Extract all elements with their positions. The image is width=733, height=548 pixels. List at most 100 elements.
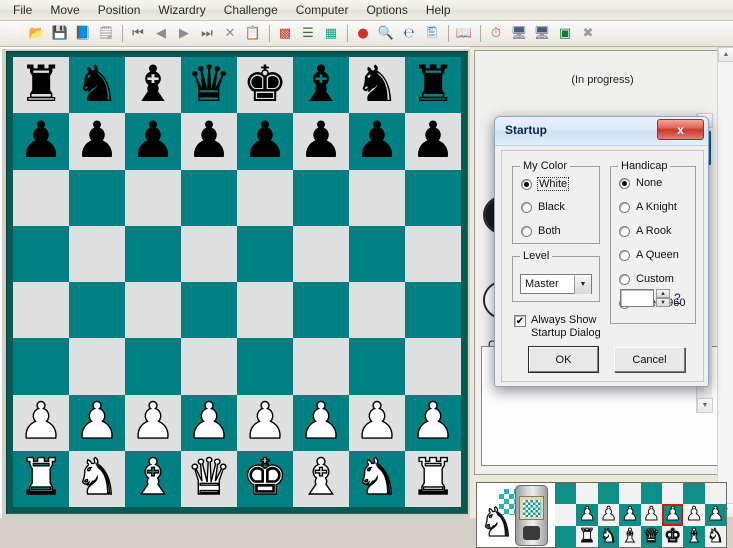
board-square[interactable] xyxy=(405,169,461,226)
board-square[interactable] xyxy=(349,225,405,282)
board-square[interactable]: ♝ xyxy=(125,57,181,114)
chess-piece[interactable]: ♜ xyxy=(411,59,456,109)
menu-item-wizardry[interactable]: Wizardry xyxy=(149,1,214,19)
board-square[interactable] xyxy=(405,338,461,395)
save-disk-icon[interactable]: 💾 xyxy=(49,23,71,45)
next-move-icon[interactable]: ▶ xyxy=(173,23,195,45)
panel-scrollbar[interactable]: ▲ ▼ xyxy=(717,47,733,518)
spinner-buttons[interactable]: ▲ ▼ xyxy=(656,289,670,307)
board-square[interactable] xyxy=(237,282,293,339)
advertisement-banner[interactable]: ♞ ♟ ♟ ♟ ♟ ♟ ♟ ♟ ♜ ♞ ♝ ♛ ♚ ♝ ♞ xyxy=(476,482,727,548)
clipboard-icon[interactable]: 📋 xyxy=(242,23,264,45)
board-square[interactable] xyxy=(293,169,349,226)
board-square[interactable] xyxy=(13,225,69,282)
chess-piece[interactable]: ♞ xyxy=(75,59,120,109)
board-square[interactable]: ♚ xyxy=(237,450,293,507)
flip-board-icon[interactable]: ▩ xyxy=(274,23,296,45)
board-square[interactable]: ♚ xyxy=(237,57,293,114)
previous-move-icon[interactable]: ◀ xyxy=(150,23,172,45)
radio-handicap-a-knight[interactable]: A Knight xyxy=(619,201,677,213)
board-square[interactable] xyxy=(181,169,237,226)
stop-icon[interactable]: ✖ xyxy=(577,23,599,45)
chess-piece[interactable]: ♟ xyxy=(187,115,232,165)
radio-handicap-custom[interactable]: Custom xyxy=(619,273,674,285)
board-square[interactable] xyxy=(69,169,125,226)
opening-book-icon[interactable]: 📖 xyxy=(453,23,475,45)
computer-icon[interactable]: 🖥 xyxy=(508,23,530,45)
board-square[interactable] xyxy=(349,338,405,395)
board-square[interactable] xyxy=(293,282,349,339)
chess-piece[interactable]: ♟ xyxy=(355,115,400,165)
chess-piece[interactable]: ♟ xyxy=(131,115,176,165)
first-move-icon[interactable]: ⏮ xyxy=(127,23,149,45)
chess-piece[interactable]: ♟ xyxy=(74,395,120,446)
board-square[interactable] xyxy=(181,338,237,395)
delete-move-icon[interactable]: ✕ xyxy=(219,23,241,45)
console-icon[interactable]: ▣ xyxy=(554,23,576,45)
board-square[interactable] xyxy=(69,338,125,395)
board-square[interactable]: ♟ xyxy=(349,113,405,170)
board-square[interactable] xyxy=(237,338,293,395)
board-square[interactable]: ♟ xyxy=(349,394,405,451)
chess-piece[interactable]: ♟ xyxy=(243,115,288,165)
menu-item-options[interactable]: Options xyxy=(357,1,416,19)
chess-piece[interactable]: ♜ xyxy=(410,452,456,503)
export-icon[interactable]: 🖺 xyxy=(421,23,443,45)
board-square[interactable]: ♟ xyxy=(405,394,461,451)
menu-item-position[interactable]: Position xyxy=(89,1,150,19)
board-square[interactable] xyxy=(13,282,69,339)
board-square[interactable]: ♛ xyxy=(181,450,237,507)
board-square[interactable]: ♝ xyxy=(125,450,181,507)
board-square[interactable]: ♟ xyxy=(69,113,125,170)
dialog-title-bar[interactable]: Startup x xyxy=(495,117,708,146)
chess-piece[interactable]: ♟ xyxy=(410,395,456,446)
menu-item-move[interactable]: Move xyxy=(41,1,88,19)
level-dropdown[interactable]: Master ▼ xyxy=(520,274,592,294)
board-square[interactable] xyxy=(125,282,181,339)
properties-icon[interactable]: 🗒 xyxy=(95,23,117,45)
chess-piece[interactable]: ♟ xyxy=(19,115,64,165)
move-list-icon[interactable]: ☰ xyxy=(297,23,319,45)
board-square[interactable] xyxy=(125,225,181,282)
board-square[interactable]: ♝ xyxy=(293,57,349,114)
color-wheel-icon[interactable]: ● xyxy=(352,23,374,45)
radio-my-color-black[interactable]: Black xyxy=(521,201,565,213)
chess-piece[interactable]: ♟ xyxy=(354,395,400,446)
board-square[interactable]: ♞ xyxy=(69,57,125,114)
board-square[interactable] xyxy=(405,282,461,339)
chess-piece[interactable]: ♟ xyxy=(242,395,288,446)
chess960-position-input[interactable] xyxy=(620,289,654,307)
board-square[interactable]: ♞ xyxy=(349,450,405,507)
board-square[interactable]: ♟ xyxy=(181,394,237,451)
board-square[interactable] xyxy=(125,169,181,226)
close-icon[interactable]: x xyxy=(657,119,704,140)
last-move-icon[interactable]: ⏭ xyxy=(196,23,218,45)
board-square[interactable] xyxy=(13,169,69,226)
chess-piece[interactable]: ♟ xyxy=(75,115,120,165)
chess-board[interactable]: ♜ ♞ ♝ ♛ ♚ ♝ ♞ ♜ ♟ ♟ ♟ ♟ ♟ ♟ ♟ ♟ ♟ ♟ ♟ ♟ ♟ ♟ ♟ ♟ ♜ ♞ ♝ ♛ ♚ ♝ ♞ ♜ xyxy=(13,57,461,507)
chess-piece[interactable]: ♞ xyxy=(74,452,120,503)
clock-icon[interactable]: ⏱ xyxy=(485,23,507,45)
chess-piece[interactable]: ♞ xyxy=(354,452,400,503)
chess-piece[interactable]: ♚ xyxy=(242,452,288,503)
help-link[interactable]: ? xyxy=(674,291,681,305)
board-square[interactable] xyxy=(405,225,461,282)
chess-piece[interactable]: ♝ xyxy=(130,452,176,503)
menu-item-computer[interactable]: Computer xyxy=(287,1,358,19)
always-show-startup-dialog-checkbox[interactable]: ✔ Always Show Startup Dialog xyxy=(514,314,604,340)
radio-handicap-none[interactable]: None xyxy=(619,177,662,189)
board-square[interactable]: ♟ xyxy=(13,394,69,451)
chess-piece[interactable]: ♞ xyxy=(355,59,400,109)
board-square[interactable]: ♞ xyxy=(349,57,405,114)
menu-item-file[interactable]: File xyxy=(4,1,41,19)
menu-item-challenge[interactable]: Challenge xyxy=(215,1,287,19)
radio-my-color-white[interactable]: White xyxy=(521,177,570,191)
board-square[interactable]: ♞ xyxy=(69,450,125,507)
chess-piece[interactable]: ♛ xyxy=(186,452,232,503)
chess-piece[interactable]: ♜ xyxy=(19,59,64,109)
chess-piece[interactable]: ♝ xyxy=(299,59,344,109)
board-square[interactable]: ♟ xyxy=(405,113,461,170)
board-square[interactable]: ♟ xyxy=(181,113,237,170)
board-square[interactable]: ♜ xyxy=(405,450,461,507)
board-square[interactable]: ♝ xyxy=(293,450,349,507)
